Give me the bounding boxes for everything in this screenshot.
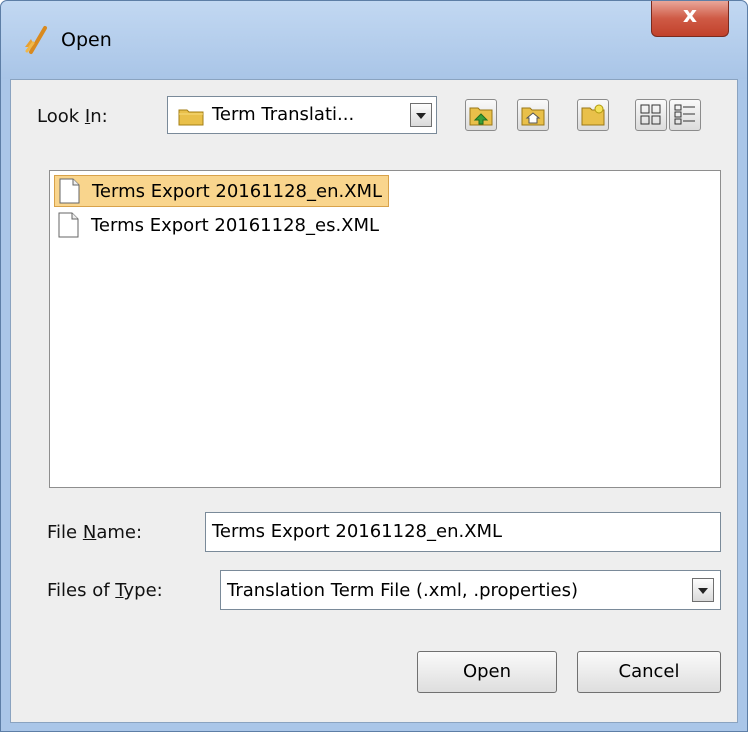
look-in-combo[interactable]: Term Translati... [167, 96, 437, 134]
list-view-button[interactable] [635, 99, 667, 131]
look-in-label: Look In: [37, 106, 108, 127]
file-name-field-label: File Name: [47, 522, 143, 543]
look-in-value: Term Translati... [212, 104, 355, 125]
app-icon [25, 26, 47, 54]
home-icon [521, 107, 545, 126]
file-list[interactable]: Terms Export 20161128_en.XML Terms Expor… [49, 170, 721, 488]
look-in-dropdown-button[interactable] [410, 103, 432, 127]
close-icon: x [682, 3, 698, 28]
file-type-value: Translation Term File (.xml, .properties… [227, 580, 578, 601]
window-title: Open [61, 29, 112, 51]
details-view-button[interactable] [669, 99, 701, 131]
close-button[interactable]: x [651, 1, 729, 37]
new-folder-button[interactable] [577, 99, 609, 131]
file-item-es[interactable]: Terms Export 20161128_es.XML [54, 209, 385, 241]
cancel-button[interactable]: Cancel [577, 651, 721, 693]
file-item-en[interactable]: Terms Export 20161128_en.XML [54, 175, 390, 207]
file-type-label: Files of Type: [47, 580, 163, 601]
file-name-label: Terms Export 20161128_en.XML [92, 180, 383, 202]
file-name-input[interactable]: Terms Export 20161128_en.XML [205, 512, 721, 552]
dialog-content: Look In: Term Translati... Terms Export … [10, 79, 738, 723]
folder-icon [178, 109, 204, 126]
details-view-icon [674, 104, 695, 125]
file-name-label: Terms Export 20161128_es.XML [91, 214, 380, 236]
open-dialog: Open x Look In: Term Translati... Terms … [0, 0, 748, 732]
home-button[interactable] [517, 99, 549, 131]
document-icon [58, 212, 79, 238]
title-bar[interactable]: Open x [1, 1, 747, 79]
file-type-dropdown-button[interactable] [692, 578, 714, 602]
new-folder-icon [581, 104, 605, 126]
document-icon [59, 178, 80, 204]
open-button[interactable]: Open [417, 651, 557, 693]
file-type-combo[interactable]: Translation Term File (.xml, .properties… [220, 570, 721, 610]
up-folder-icon [469, 107, 493, 126]
up-folder-button[interactable] [465, 99, 497, 131]
list-view-icon [640, 104, 661, 125]
